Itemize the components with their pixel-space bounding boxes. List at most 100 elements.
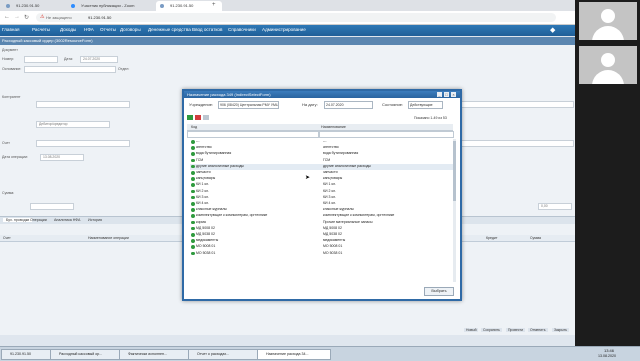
institution-field[interactable]: 906 (08420) Центральная РМУ УМЦ — [218, 101, 279, 109]
list-item[interactable]: запчасти запчасти — [190, 170, 453, 176]
item-code: запчасти — [196, 170, 211, 174]
tab-history[interactable]: История — [88, 218, 102, 222]
edit-icon[interactable] — [203, 115, 209, 120]
list-item[interactable]: КИ 3 кл. КИ 3 кл. — [190, 195, 453, 201]
new-tab-icon[interactable]: + — [212, 2, 216, 8]
list-item[interactable]: МД 5038 02 МД 5038 02 — [190, 232, 453, 238]
item-name: МО 5008 01 — [323, 244, 343, 249]
item-icon — [191, 245, 195, 249]
post-button[interactable]: Провести — [506, 328, 525, 332]
tab-title: 91.230.91.50 — [170, 3, 194, 8]
account-field[interactable] — [36, 140, 130, 147]
type-field[interactable]: Дебитор/кредитор — [36, 121, 110, 128]
new-button[interactable]: Новый — [464, 328, 479, 332]
list-item[interactable]: МО 5008 01 МО 5008 01 — [190, 244, 453, 250]
nav-item[interactable]: Денежные средства — [148, 27, 191, 32]
nav-item[interactable]: Справочники — [228, 27, 256, 32]
number-field[interactable] — [24, 56, 58, 63]
item-name: МД 5008 02 — [323, 225, 342, 230]
list-item[interactable]: ГСМ ГСМ — [190, 158, 453, 164]
cancel-button[interactable]: Отменить — [528, 328, 548, 332]
url-text: 91.230.91.50 — [88, 15, 112, 20]
nav-item[interactable]: НФА — [84, 27, 94, 32]
item-icon — [191, 152, 195, 156]
maximize-icon[interactable]: □ — [444, 92, 449, 97]
url-field[interactable]: ⚠ Не защищено 91.230.91.50 — [36, 13, 556, 22]
item-name: МО 5038 01 — [323, 250, 343, 255]
item-code: МО 5008 01 — [196, 244, 216, 249]
section-label: Документ — [2, 48, 18, 52]
list-item[interactable]: канцтовары канцтовары — [190, 176, 453, 182]
reload-icon[interactable]: ↻ — [24, 14, 29, 21]
minimize-icon[interactable]: _ — [437, 92, 442, 97]
close-button[interactable]: Закрыть — [552, 328, 570, 332]
tab-entries[interactable]: Бух. проводки — [3, 218, 33, 222]
nav-item[interactable]: Главная — [2, 27, 19, 32]
browser-tab-2[interactable]: Участник публикации - Zoom — [67, 1, 167, 11]
item-icon — [191, 202, 195, 206]
date-field[interactable]: 24.07.2020 — [80, 56, 118, 63]
scrollbar-thumb[interactable] — [453, 141, 456, 201]
item-code: МД 5008 02 — [196, 225, 215, 230]
right-field-1[interactable] — [460, 101, 574, 108]
delete-icon[interactable] — [195, 115, 201, 120]
list-item[interactable]: корма Прочие материальные запасы — [190, 220, 453, 226]
filter-name-input[interactable] — [319, 131, 454, 138]
item-code: агентство — [196, 145, 212, 150]
list-item[interactable]: КИ 4 кл. КИ 4 кл. — [190, 201, 453, 207]
institution-label: Учреждение: — [189, 102, 214, 107]
list-header: Код Наименование — [187, 124, 453, 131]
column-header: Счет — [3, 236, 11, 240]
tab-operations[interactable]: Операции — [30, 218, 47, 222]
item-name: запчасти — [323, 170, 338, 174]
list-item[interactable]: КИ 2 кл. КИ 2 кл. — [190, 189, 453, 195]
list-item[interactable]: вода бутилированная вода бутилированная — [190, 151, 453, 157]
list-item[interactable]: КИ 1 кл. КИ 1 кл. — [190, 182, 453, 188]
date-field[interactable]: 24.07.2020 — [324, 101, 373, 109]
operation-date-field[interactable]: 13.08.2020 — [40, 154, 84, 161]
taskbar-item[interactable]: Фактически исполнен... — [119, 349, 195, 360]
taskbar-item[interactable]: Отчет о расходах... — [188, 349, 264, 360]
list-item[interactable]: медикаменты медикаменты — [190, 238, 453, 244]
add-icon[interactable] — [187, 115, 193, 120]
list-item[interactable]: агентство агентство — [190, 145, 453, 151]
close-icon[interactable]: × — [451, 92, 456, 97]
item-name: КИ 4 кл. — [323, 201, 337, 205]
filter-code-input[interactable] — [187, 131, 319, 138]
item-code: медикаменты — [196, 238, 219, 243]
nav-item[interactable]: Ввод остатков — [192, 27, 222, 32]
item-code: канцтовары — [196, 176, 216, 181]
nav-item[interactable]: Расчеты — [32, 27, 50, 32]
nav-item[interactable]: Договоры — [120, 27, 141, 32]
save-button[interactable]: Сохранить — [481, 328, 502, 332]
right-field-2[interactable] — [460, 140, 574, 147]
avatar-head-icon — [601, 53, 615, 67]
list-item-selected[interactable]: другие аналогичные расходы другие аналоги… — [190, 163, 453, 170]
select-button[interactable]: Выбрать — [424, 287, 454, 296]
list-item[interactable]: МД 5008 02 МД 5008 02 — [190, 226, 453, 232]
list-item[interactable]: комплектующие к компьютерам, оргтехнике к… — [190, 213, 453, 219]
taskbar-item[interactable]: Расходный кассовый ор... — [50, 349, 126, 360]
item-name: агентство — [323, 145, 339, 150]
list-item[interactable]: --- --- — [190, 139, 453, 145]
nav-item[interactable]: Отчеты — [100, 27, 116, 32]
basis-field[interactable] — [24, 66, 116, 73]
item-icon — [191, 251, 195, 256]
taskbar-item[interactable]: 91.230.91.50 — [1, 349, 57, 360]
tab-analytics[interactable]: Аналитика НФА — [54, 218, 80, 222]
amount-field[interactable] — [30, 203, 74, 210]
back-icon[interactable]: ← — [4, 14, 10, 20]
total-field[interactable]: 0,00 — [538, 203, 572, 210]
taskbar-item-active[interactable]: Назначение расхода 34... — [257, 349, 331, 360]
nav-item[interactable]: Администрирование — [262, 27, 306, 32]
forward-icon[interactable]: → — [14, 14, 20, 20]
item-icon — [191, 171, 195, 175]
nav-item[interactable]: Доходы — [60, 27, 76, 32]
status-select[interactable]: Действующие — [408, 101, 443, 109]
counterparty-field[interactable] — [36, 101, 130, 108]
list-item[interactable]: МО 5038 01 МО 5038 01 — [190, 251, 453, 257]
item-name: КИ 1 кл. — [323, 182, 337, 187]
tab-title: Участник публикации - Zoom — [81, 3, 135, 8]
list-scrollbar[interactable] — [453, 139, 456, 282]
list-item[interactable]: классные журналы классные журналы — [190, 207, 453, 213]
